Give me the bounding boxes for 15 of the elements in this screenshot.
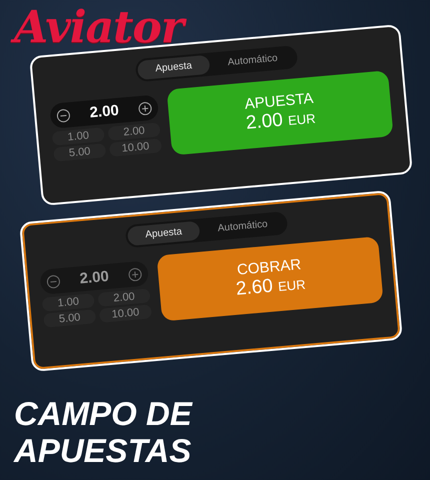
quick-amount-button[interactable]: 1.00 xyxy=(52,127,105,146)
quick-amount-button[interactable]: 2.00 xyxy=(108,122,161,141)
amount-value: 2.00 xyxy=(78,268,110,288)
quick-amount-button[interactable]: 2.00 xyxy=(98,288,151,307)
quick-amount-button[interactable]: 5.00 xyxy=(43,309,96,328)
headline: CAMPO DE APUESTAS xyxy=(14,396,192,470)
cashout-button[interactable]: COBRAR 2.60 EUR xyxy=(156,236,384,322)
quick-amount-button[interactable]: 10.00 xyxy=(109,138,162,157)
amount-value: 2.00 xyxy=(88,102,120,122)
quick-amount-button[interactable]: 1.00 xyxy=(42,293,95,312)
quick-amount-button[interactable]: 10.00 xyxy=(99,304,152,323)
tab[interactable]: Apuesta xyxy=(126,220,201,246)
quick-amount-button[interactable]: 5.00 xyxy=(53,143,106,162)
tab[interactable]: Apuesta xyxy=(136,54,211,80)
bet-button[interactable]: APUESTA 2.00 EUR xyxy=(166,70,394,156)
